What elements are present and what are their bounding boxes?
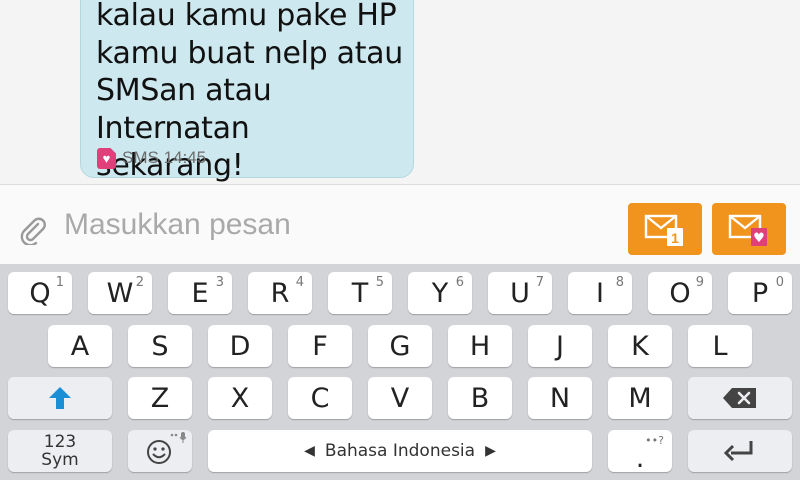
svg-text:♥: ♥ (753, 231, 765, 246)
emoji-key[interactable] (128, 430, 192, 472)
key-k[interactable]: K (608, 325, 672, 367)
shift-key[interactable] (8, 377, 112, 419)
key-p[interactable]: P0 (728, 272, 792, 314)
key-b[interactable]: B (448, 377, 512, 419)
send-sim1-icon: 1 (644, 214, 683, 246)
key-v[interactable]: V (368, 377, 432, 419)
key-x[interactable]: X (208, 377, 272, 419)
key-e[interactable]: E3 (168, 272, 232, 314)
compose-bar: Masukkan pesan 1 ♥ (0, 184, 800, 264)
key-a[interactable]: A (48, 325, 112, 367)
message-input[interactable]: Masukkan pesan (64, 203, 604, 247)
mic-icon (170, 432, 187, 443)
key-u[interactable]: U7 (488, 272, 552, 314)
message-type: SMS (122, 148, 159, 167)
symbols-key-label-top: 123 (43, 432, 77, 452)
symbols-key[interactable]: 123 Sym (8, 430, 112, 472)
key-m[interactable]: M (608, 377, 672, 419)
message-bubble[interactable]: kalau kamu pake HP kamu buat nelp atau S… (80, 0, 414, 183)
key-j[interactable]: J (528, 325, 592, 367)
key-s[interactable]: S (128, 325, 192, 367)
sim-heart-icon: ♥ (97, 147, 116, 169)
symbols-key-label-bottom: Sym (41, 450, 79, 470)
message-line: kamu buat nelp atau (96, 35, 403, 71)
paperclip-icon (20, 217, 46, 245)
message-meta: ♥ SMS 14:45 (97, 147, 206, 169)
key-r[interactable]: R4 (248, 272, 312, 314)
key-o[interactable]: O9 (648, 272, 712, 314)
message-line: kalau kamu pake HP (96, 0, 397, 33)
send-sim2-button[interactable]: ♥ (712, 203, 786, 255)
send-sim1-button[interactable]: 1 (628, 203, 702, 255)
language-prev-icon: ◀ (304, 443, 315, 459)
key-l[interactable]: L (688, 325, 752, 367)
keyboard: Q1 W2 E3 R4 T5 Y6 U7 I8 O9 P0 A S D F G … (0, 264, 800, 480)
key-f[interactable]: F (288, 325, 352, 367)
key-y[interactable]: Y6 (408, 272, 472, 314)
backspace-key[interactable] (688, 377, 792, 419)
enter-arrow-icon (723, 441, 753, 462)
key-n[interactable]: N (528, 377, 592, 419)
key-d[interactable]: D (208, 325, 272, 367)
key-q[interactable]: Q1 (8, 272, 72, 314)
enter-key[interactable] (688, 430, 792, 472)
attach-button[interactable] (16, 213, 50, 247)
backspace-icon (723, 388, 756, 408)
space-language-label: Bahasa Indonesia (324, 441, 476, 461)
key-i[interactable]: I8 (568, 272, 632, 314)
space-key[interactable]: ◀ Bahasa Indonesia ▶ (208, 430, 592, 472)
shift-arrow-icon (49, 387, 71, 409)
key-z[interactable]: Z (128, 377, 192, 419)
period-key-label: . (635, 442, 645, 474)
language-next-icon: ▶ (485, 443, 496, 459)
key-w[interactable]: W2 (88, 272, 152, 314)
key-t[interactable]: T5 (328, 272, 392, 314)
message-time: 14:45 (163, 148, 207, 167)
key-g[interactable]: G (368, 325, 432, 367)
send-sim2-icon: ♥ (728, 214, 767, 246)
period-key[interactable]: . ••? (608, 430, 672, 474)
conversation-area: kalau kamu pake HP kamu buat nelp atau S… (0, 0, 800, 184)
key-c[interactable]: C (288, 377, 352, 419)
key-h[interactable]: H (448, 325, 512, 367)
message-line: SMSan atau (96, 73, 272, 108)
send-sim1-badge: 1 (671, 230, 679, 246)
period-key-alt: ••? (645, 434, 664, 447)
